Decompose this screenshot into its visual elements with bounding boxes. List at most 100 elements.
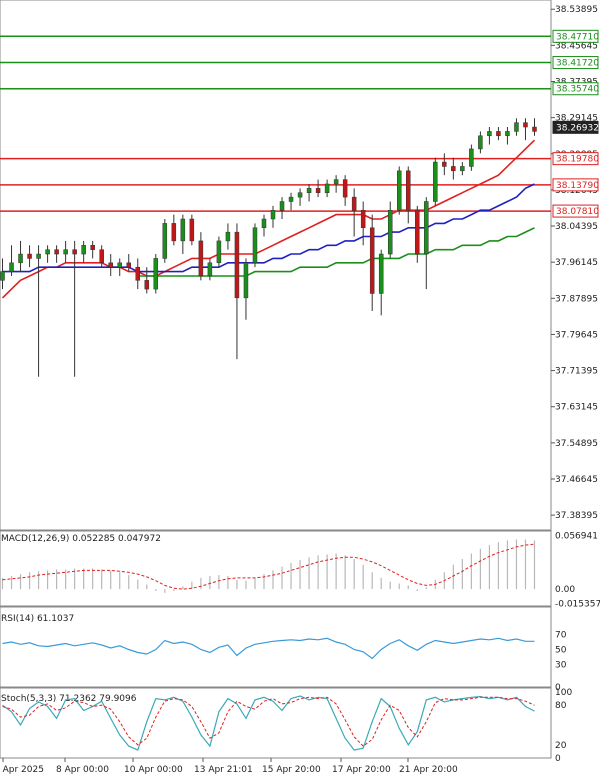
candle-body [81, 245, 86, 255]
candle-body [360, 209, 366, 229]
candle-body [288, 196, 294, 202]
candle-body [18, 253, 23, 264]
y-tick-label: 38.45645 [555, 41, 598, 51]
rsi-tick-label: 30 [555, 661, 567, 671]
candle-body [442, 161, 447, 167]
candle-body [324, 183, 330, 193]
candle-body [306, 188, 312, 193]
stoch-tick-label: 0 [555, 754, 561, 764]
candle-body [243, 262, 249, 299]
candle-body [207, 262, 213, 277]
candle-body [198, 240, 204, 277]
candle-body [234, 231, 240, 299]
candle-body [496, 131, 501, 137]
candle-body [315, 188, 321, 193]
candle-body [514, 122, 519, 132]
candle-body [469, 148, 474, 167]
candle-body [505, 131, 510, 137]
candle-body [532, 126, 537, 132]
x-tick-label: 21 Apr 20:00 [399, 765, 458, 774]
support-level-label: 38.07810 [556, 207, 599, 217]
macd-tick-label: 0.00 [555, 585, 575, 595]
candle-body [378, 253, 384, 294]
x-tick-label: 10 Apr 00:00 [124, 765, 183, 774]
candle-body [171, 223, 177, 242]
stoch-tick-label: 100 [555, 688, 572, 698]
candle-body [406, 170, 411, 211]
candle-body [180, 218, 186, 242]
candle-body [9, 262, 14, 272]
candle-body [433, 161, 438, 202]
y-tick-label: 38.53895 [555, 5, 598, 15]
candle-body [63, 249, 68, 255]
y-tick-label: 37.96145 [555, 258, 598, 268]
candle-body [279, 201, 285, 211]
candle-body [487, 131, 492, 137]
y-tick-label: 37.63145 [555, 403, 598, 413]
stoch-tick-label: 20 [555, 741, 567, 751]
candle-body [252, 227, 258, 264]
candle-body [351, 196, 357, 211]
resistance-level-label: 38.35740 [556, 85, 599, 95]
candle-body [396, 170, 402, 211]
y-tick-label: 37.38395 [555, 511, 598, 521]
rsi-tick-label: 70 [555, 631, 567, 641]
candle-body [415, 209, 420, 255]
chart-canvas: 38.5389538.4564538.3739538.2914538.20895… [0, 0, 600, 774]
candle-body [478, 135, 483, 150]
candle-body [270, 209, 276, 220]
y-tick-label: 37.71395 [555, 367, 598, 377]
candle-body [117, 262, 122, 268]
support-level-label: 38.19780 [556, 155, 599, 165]
candle-body [126, 262, 131, 268]
candle-body [261, 218, 267, 229]
x-tick-label: 13 Apr 21:01 [194, 765, 253, 774]
rsi-label: RSI(14) 61.1037 [1, 614, 74, 624]
candle-body [369, 227, 375, 294]
x-tick-label: 4 Apr 2025 [0, 765, 44, 774]
y-tick-label: 37.87895 [555, 294, 598, 304]
candle-body [162, 223, 168, 259]
y-tick-label: 37.46645 [555, 475, 598, 485]
candle-body [135, 266, 141, 281]
resistance-level-label: 38.41720 [556, 59, 599, 69]
candle-body [45, 249, 50, 255]
price-tags: 38.47710 38.41720 38.35740 38.19780 38.13790… [552, 29, 599, 218]
candle-body [27, 253, 32, 259]
y-tick-label: 37.54895 [555, 439, 598, 449]
macd-tick-label: -0.015357 [555, 600, 600, 610]
candle-body [225, 231, 231, 242]
current-price-label: 38.26932 [556, 123, 599, 133]
candle-body [460, 166, 465, 172]
candle-body [54, 249, 59, 255]
candle-body [99, 249, 104, 264]
candle-body [297, 192, 303, 198]
resistance-level-label: 38.47710 [556, 32, 599, 42]
y-tick-label: 37.79645 [555, 330, 598, 340]
x-tick-label: 8 Apr 00:00 [56, 765, 109, 774]
candle-body [144, 280, 150, 290]
support-level-label: 38.13790 [556, 181, 599, 191]
candle-body [387, 209, 393, 255]
macd-label: MACD(12,26,9) 0.052285 0.047972 [1, 534, 161, 544]
stoch-tick-label: 80 [555, 701, 567, 711]
macd-tick-label: 0.056941 [555, 532, 598, 542]
x-tick-label: 15 Apr 20:00 [262, 765, 321, 774]
candle-body [523, 122, 528, 128]
chart-background [0, 0, 600, 774]
candle-body [90, 245, 95, 250]
candle-body [424, 201, 429, 255]
candle-body [108, 262, 113, 268]
candle-body [333, 179, 339, 185]
x-tick-label: 17 Apr 20:00 [332, 765, 391, 774]
candle-body [342, 179, 348, 198]
candle-body [72, 249, 77, 255]
candle-body [0, 271, 5, 281]
candle-body [36, 253, 41, 259]
y-tick-label: 38.04395 [555, 222, 598, 232]
candle-body [189, 218, 195, 242]
rsi-tick-label: 50 [555, 646, 567, 656]
candle-body [451, 166, 456, 172]
candle-body [153, 258, 159, 290]
candle-body [216, 240, 222, 264]
